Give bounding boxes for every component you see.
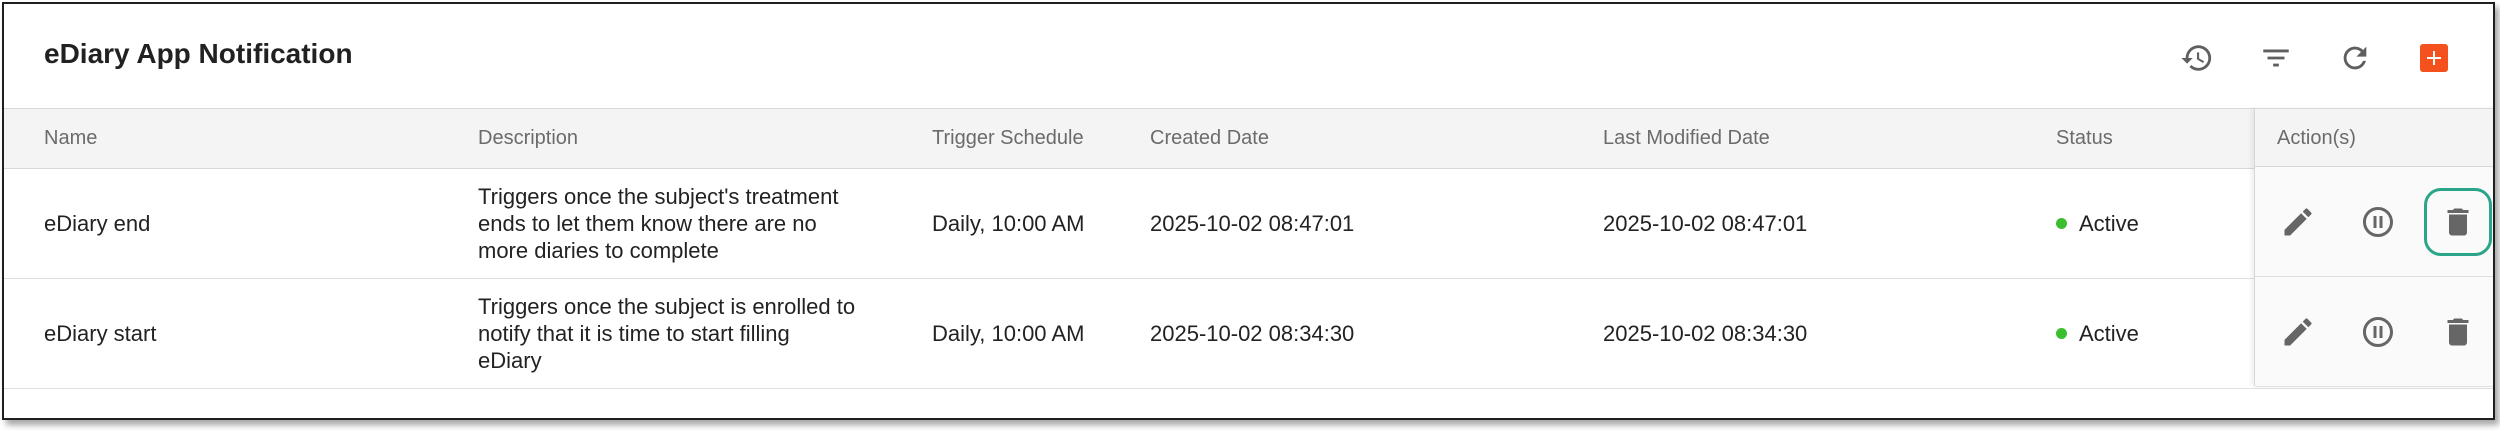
description-line: notify that it is time to start filling — [478, 321, 790, 346]
page-title: eDiary App Notification — [44, 38, 353, 69]
row-last-modified-date: 2025-10-02 08:34:30 — [1603, 320, 1808, 346]
table-row: eDiary end Triggers once the subject's t… — [4, 169, 2493, 279]
plus-icon — [2427, 51, 2441, 65]
actions-column: Action(s) — [2254, 108, 2493, 387]
status-dot-icon — [2056, 328, 2067, 339]
row-created-date: 2025-10-02 08:34:30 — [1150, 320, 1355, 346]
description-line: Triggers once the subject is enrolled to — [478, 294, 856, 319]
row-created-date: 2025-10-02 08:47:01 — [1150, 210, 1355, 236]
column-header-name[interactable]: Name — [44, 109, 97, 168]
history-icon[interactable] — [2179, 40, 2215, 76]
status-badge: Active — [2079, 320, 2139, 346]
column-header-trigger-schedule[interactable]: Trigger Schedule — [932, 109, 1084, 168]
row-trigger-schedule: Daily, 10:00 AM — [932, 320, 1085, 346]
delete-icon[interactable] — [2439, 313, 2477, 351]
row-trigger-schedule: Daily, 10:00 AM — [932, 210, 1085, 236]
delete-icon[interactable] — [2424, 188, 2492, 256]
description-line: Triggers once the subject's treatment — [478, 184, 839, 209]
column-header-actions: Action(s) — [2255, 108, 2493, 167]
edit-icon[interactable] — [2279, 313, 2317, 351]
notifications-table: Name Description Trigger Schedule Create… — [4, 108, 2493, 389]
row-description: Triggers once the subject is enrolled to… — [478, 279, 908, 388]
row-last-modified-date: 2025-10-02 08:47:01 — [1603, 210, 1808, 236]
action-row — [2255, 167, 2493, 277]
table-row: eDiary start Triggers once the subject i… — [4, 279, 2493, 389]
column-header-created-date[interactable]: Created Date — [1150, 109, 1269, 168]
description-line: ends to let them know there are no — [478, 211, 817, 236]
status-dot-icon — [2056, 218, 2067, 229]
pause-icon[interactable] — [2359, 313, 2397, 351]
notification-panel: eDiary App Notification Name Description… — [2, 2, 2495, 420]
pause-icon[interactable] — [2359, 203, 2397, 241]
add-button[interactable] — [2420, 44, 2448, 72]
column-header-last-modified-date[interactable]: Last Modified Date — [1603, 109, 1770, 168]
row-description: Triggers once the subject's treatment en… — [478, 169, 908, 278]
row-name: eDiary end — [44, 210, 151, 236]
filter-icon[interactable] — [2258, 40, 2294, 76]
edit-icon[interactable] — [2279, 203, 2317, 241]
status-badge: Active — [2079, 210, 2139, 236]
row-name: eDiary start — [44, 320, 157, 346]
column-header-status[interactable]: Status — [2056, 109, 2113, 168]
description-line: more diaries to complete — [478, 238, 719, 263]
column-header-description[interactable]: Description — [478, 109, 578, 168]
row-status: Active — [2056, 279, 2139, 388]
table-header: Name Description Trigger Schedule Create… — [4, 108, 2493, 169]
row-status: Active — [2056, 169, 2139, 278]
refresh-icon[interactable] — [2337, 40, 2373, 76]
description-line: eDiary — [478, 348, 542, 373]
action-row — [2255, 277, 2493, 387]
panel-header: eDiary App Notification — [4, 4, 2493, 108]
